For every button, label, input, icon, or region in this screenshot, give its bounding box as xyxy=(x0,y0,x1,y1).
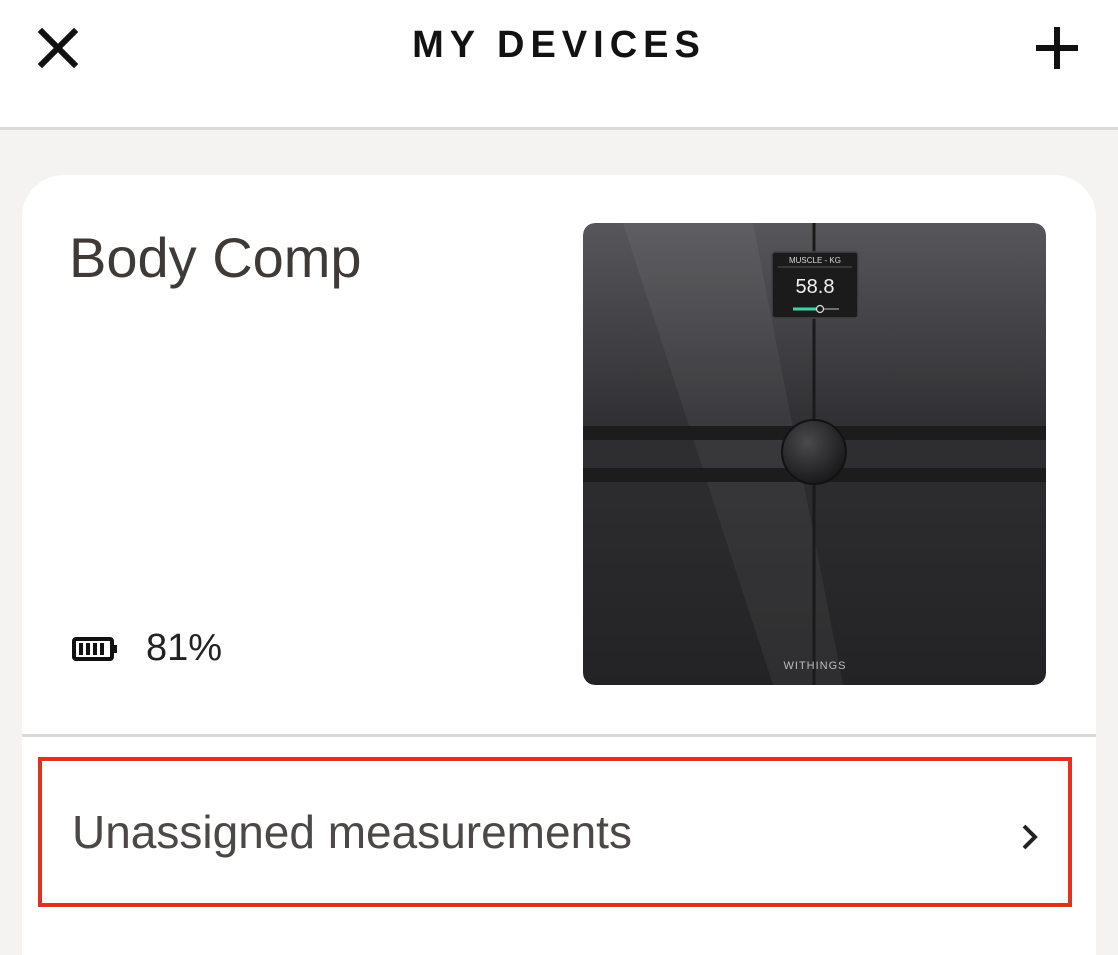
scale-image: MUSCLE - KG 58.8 WITHINGS xyxy=(583,223,1046,685)
add-device-button[interactable] xyxy=(1026,22,1088,74)
scale-brand-label: WITHINGS xyxy=(784,660,847,672)
header-bar: MY DEVICES xyxy=(0,0,1118,130)
battery-status: 81% xyxy=(72,627,222,670)
unassigned-measurements-label: Unassigned measurements xyxy=(72,806,632,858)
chevron-right-icon xyxy=(1022,824,1038,850)
unassigned-measurements-item[interactable]: Unassigned measurements xyxy=(38,757,1072,907)
battery-icon xyxy=(72,636,117,661)
plus-icon xyxy=(1036,27,1078,69)
scale-display-value: 58.8 xyxy=(796,276,835,298)
battery-percentage: 81% xyxy=(146,627,223,669)
device-name: Body Comp xyxy=(69,226,362,289)
device-card[interactable]: Body Comp 81% MUSCLE - KG 58.8 WITHINGS … xyxy=(22,175,1096,955)
divider xyxy=(22,734,1096,737)
scale-display-label: MUSCLE - KG xyxy=(789,256,841,265)
page-title: MY DEVICES xyxy=(412,24,706,66)
